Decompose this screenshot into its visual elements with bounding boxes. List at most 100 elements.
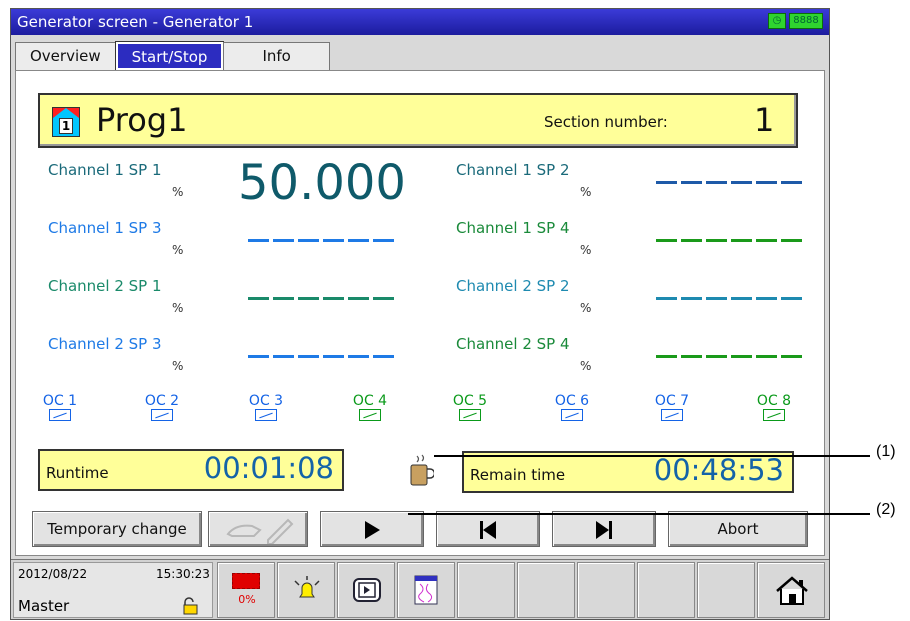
program-icon: 1 [52, 107, 80, 137]
channel-name: Channel 2 SP 2 [456, 277, 570, 295]
channel-name: Channel 1 SP 1 [48, 161, 162, 179]
window-title: Generator screen - Generator 1 [17, 13, 254, 31]
clock-icon: ◷ [768, 13, 786, 29]
channel-value-empty [656, 239, 806, 242]
alarm-bell-icon [294, 576, 320, 598]
tab-bar: Overview Start/Stop Info [15, 41, 330, 71]
channel-unit: % [172, 301, 184, 315]
channel-name: Channel 1 SP 4 [456, 219, 570, 237]
status-time: 15:30:23 [156, 567, 210, 581]
section-number-value: 1 [754, 101, 775, 139]
generator-panel: 1 Prog1 Section number: 1 Channel 1 SP 1… [15, 70, 825, 556]
lock-icon[interactable] [182, 597, 198, 615]
next-section-button[interactable] [552, 511, 656, 547]
remain-time-label: Remain time [470, 466, 566, 484]
bottom-bar: 2012/08/22 15:30:23 Master 0% [11, 559, 829, 619]
screen-switch-icon [353, 578, 381, 602]
switch-icon [561, 409, 583, 421]
memory-chip-icon [232, 573, 260, 589]
output-contact[interactable]: OC 5 [450, 393, 490, 421]
output-contact[interactable]: OC 8 [754, 393, 794, 421]
trend-button[interactable] [397, 562, 455, 618]
home-button[interactable] [757, 562, 825, 618]
output-contact[interactable]: OC 2 [142, 393, 182, 421]
switch-icon [763, 409, 785, 421]
output-contact[interactable]: OC 6 [552, 393, 592, 421]
channel-unit: % [580, 359, 592, 373]
trend-chart-icon [414, 575, 438, 605]
status-box: 2012/08/22 15:30:23 Master [13, 562, 213, 618]
channel-value-empty [656, 297, 806, 300]
channel-unit: % [580, 301, 592, 315]
tab-info[interactable]: Info [223, 42, 330, 70]
tab-overview[interactable]: Overview [15, 42, 116, 70]
runtime-label: Runtime [46, 464, 109, 482]
channel-unit: % [580, 243, 592, 257]
temporary-change-button[interactable]: Temporary change [32, 511, 202, 547]
coffee-cup-icon [410, 454, 434, 486]
output-contact[interactable]: OC 4 [350, 393, 390, 421]
output-contact[interactable]: OC 1 [40, 393, 80, 421]
switch-icon [661, 409, 683, 421]
program-icon-number: 1 [59, 118, 73, 134]
device-screen: Generator screen - Generator 1 ◷ 8888 Ov… [10, 8, 830, 620]
channel-value-empty [248, 297, 398, 300]
output-contact[interactable]: OC 3 [246, 393, 286, 421]
switch-icon [255, 409, 277, 421]
channel-value-empty [656, 355, 806, 358]
channel-name: Channel 1 SP 2 [456, 161, 570, 179]
output-contact[interactable]: OC 7 [652, 393, 692, 421]
remain-time-box: Remain time 00:48:53 [462, 451, 794, 493]
empty-button[interactable] [517, 562, 575, 618]
channel-name: Channel 2 SP 1 [48, 277, 162, 295]
channel-name: Channel 2 SP 4 [456, 335, 570, 353]
indicator-display: 8888 [789, 13, 823, 29]
channel-value: 50.000 [238, 155, 406, 211]
channel-value-empty [248, 355, 398, 358]
channel-unit: % [172, 359, 184, 373]
channel-value-empty [656, 181, 806, 184]
empty-button[interactable] [637, 562, 695, 618]
callout-label: (1) [876, 443, 896, 460]
step-forward-icon [596, 513, 612, 547]
empty-button[interactable] [457, 562, 515, 618]
channel-value-empty [248, 239, 398, 242]
status-date: 2012/08/22 [18, 567, 88, 581]
channel-unit: % [172, 243, 184, 257]
runtime-value: 00:01:08 [203, 451, 334, 485]
memory-button[interactable]: 0% [217, 562, 275, 618]
empty-button[interactable] [697, 562, 755, 618]
switch-icon [151, 409, 173, 421]
switch-icon [459, 409, 481, 421]
start-button[interactable] [320, 511, 424, 547]
channel-unit: % [172, 185, 184, 199]
remain-time-value: 00:48:53 [653, 453, 784, 487]
hand-pencil-icon [226, 518, 294, 545]
runtime-box: Runtime 00:01:08 [38, 449, 344, 491]
callout-line [408, 513, 870, 515]
channel-name: Channel 1 SP 3 [48, 219, 162, 237]
alarm-button[interactable] [277, 562, 335, 618]
program-name: Prog1 [96, 101, 188, 139]
abort-button[interactable]: Abort [668, 511, 808, 547]
previous-section-button[interactable] [436, 511, 540, 547]
screen-switch-button[interactable] [337, 562, 395, 618]
switch-icon [359, 409, 381, 421]
program-box[interactable]: 1 Prog1 Section number: 1 [38, 93, 798, 148]
channel-unit: % [580, 185, 592, 199]
user-level: Master [18, 597, 70, 615]
switch-icon [49, 409, 71, 421]
tab-start-stop[interactable]: Start/Stop [114, 41, 225, 71]
section-number-label: Section number: [544, 113, 668, 131]
title-bar: Generator screen - Generator 1 ◷ 8888 [11, 9, 829, 35]
status-icons: ◷ 8888 [768, 13, 823, 29]
callout-label: (2) [876, 501, 896, 518]
memory-usage: 0% [238, 593, 256, 606]
channel-name: Channel 2 SP 3 [48, 335, 162, 353]
play-icon [364, 520, 380, 539]
home-icon [776, 576, 808, 605]
manual-edit-button[interactable] [208, 511, 308, 547]
step-back-icon [480, 513, 496, 547]
empty-button[interactable] [577, 562, 635, 618]
callout-line [434, 455, 870, 457]
